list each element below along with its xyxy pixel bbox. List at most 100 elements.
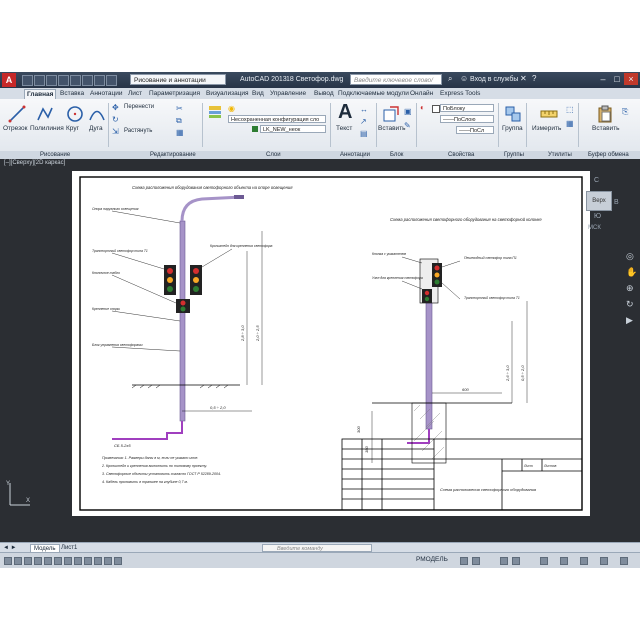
tab-plugins[interactable]: Подключаемые модули bbox=[336, 89, 411, 99]
print-icon[interactable] bbox=[70, 75, 81, 86]
polyline-tool-icon[interactable] bbox=[36, 105, 54, 123]
trim-icon[interactable]: ✂ bbox=[176, 104, 183, 113]
viewcube[interactable]: С В Верх Ю МСК bbox=[580, 177, 620, 237]
array-icon[interactable]: ▦ bbox=[176, 128, 184, 137]
panel-draw[interactable]: Рисование bbox=[40, 151, 70, 159]
color-select[interactable]: ПоБлоку bbox=[440, 104, 494, 112]
search-icon[interactable]: ⌕ bbox=[448, 74, 452, 84]
table-icon[interactable]: ▤ bbox=[360, 129, 368, 138]
panel-modify[interactable]: Редактирование bbox=[150, 151, 196, 159]
linetype-select[interactable]: ——ПоСлою bbox=[440, 115, 494, 123]
tab-online[interactable]: Онлайн bbox=[408, 89, 435, 99]
close-button[interactable]: × bbox=[624, 73, 638, 85]
osnap-icon[interactable] bbox=[44, 557, 52, 565]
create-block-icon[interactable]: ▣ bbox=[404, 107, 412, 116]
open-file-icon[interactable] bbox=[34, 75, 45, 86]
command-input[interactable]: Введите команду bbox=[262, 544, 372, 552]
panel-groups[interactable]: Группы bbox=[504, 151, 524, 159]
zoom-icon[interactable]: ⊕ bbox=[626, 283, 634, 294]
layer-select[interactable]: LK_NEW_неок bbox=[260, 125, 326, 133]
mirror-icon[interactable]: ⧉ bbox=[176, 116, 182, 126]
tab-express-tools[interactable]: Express Tools bbox=[438, 89, 482, 99]
text-tool-icon[interactable]: A bbox=[338, 101, 352, 124]
hardware-acceleration-icon[interactable] bbox=[580, 557, 588, 565]
qp-icon[interactable] bbox=[104, 557, 112, 565]
panel-block[interactable]: Блок bbox=[390, 151, 403, 159]
lineweight-select[interactable]: ——ПоСл bbox=[456, 126, 494, 134]
match-properties-icon[interactable]: ◐ bbox=[420, 103, 425, 112]
minimize-button[interactable]: – bbox=[596, 73, 610, 85]
drawing-viewport[interactable]: [–][Сверху][2D каркас] Схема расположени… bbox=[0, 159, 640, 542]
ortho-icon[interactable] bbox=[24, 557, 32, 565]
quick-access-dropdown-icon[interactable] bbox=[106, 75, 117, 86]
save-as-icon[interactable] bbox=[58, 75, 69, 86]
sc-icon[interactable] bbox=[114, 557, 122, 565]
layout-nav-arrows[interactable]: ◄ ► bbox=[0, 544, 20, 552]
panel-clipboard[interactable]: Буфер обмена bbox=[588, 151, 629, 159]
isolate-objects-icon[interactable] bbox=[600, 557, 608, 565]
viewcube-north[interactable]: С bbox=[594, 177, 599, 184]
tab-output[interactable]: Вывод bbox=[312, 89, 336, 99]
tab-layout[interactable]: Лист bbox=[126, 89, 144, 99]
insert-block-icon[interactable] bbox=[382, 105, 400, 123]
viewport-controls[interactable]: [–][Сверху][2D каркас] bbox=[4, 160, 65, 166]
lock-icon[interactable] bbox=[560, 557, 568, 565]
panel-utilities[interactable]: Утилиты bbox=[548, 151, 572, 159]
new-file-icon[interactable] bbox=[22, 75, 33, 86]
steering-wheel-icon[interactable]: ◎ bbox=[626, 251, 634, 262]
grid-icon[interactable] bbox=[14, 557, 22, 565]
select-all-icon[interactable]: ⬚ bbox=[566, 105, 574, 114]
pan-icon[interactable]: ✋ bbox=[626, 267, 637, 278]
maximize-button[interactable]: □ bbox=[610, 73, 624, 85]
line-tool-icon[interactable] bbox=[8, 105, 26, 123]
annotation-scale-icon[interactable] bbox=[500, 557, 508, 565]
panel-properties[interactable]: Свойства bbox=[448, 151, 474, 159]
group-icon[interactable] bbox=[504, 105, 522, 123]
layer-state-select[interactable]: Несохраненная конфигурация сло bbox=[228, 115, 326, 123]
panel-annotation[interactable]: Аннотации bbox=[340, 151, 370, 159]
lineweight-icon[interactable] bbox=[84, 557, 92, 565]
redo-icon[interactable] bbox=[94, 75, 105, 86]
tab-parametric[interactable]: Параметризация bbox=[147, 89, 202, 99]
application-menu-button[interactable]: A bbox=[2, 73, 16, 87]
tab-layout1[interactable]: Лист1 bbox=[58, 544, 80, 552]
workspace-select[interactable]: Рисование и аннотации bbox=[130, 74, 226, 85]
help-search-input[interactable]: Введите ключевое слово/фразу bbox=[350, 74, 442, 95]
transparency-icon[interactable] bbox=[94, 557, 102, 565]
tab-manage[interactable]: Управление bbox=[268, 89, 308, 99]
quick-view-drawings-icon[interactable] bbox=[472, 557, 480, 565]
stretch-tool-label[interactable]: Растянуть bbox=[124, 128, 152, 134]
viewcube-top-face[interactable]: Верх bbox=[586, 191, 612, 211]
tab-annotate[interactable]: Аннотации bbox=[88, 89, 125, 99]
quick-view-layouts-icon[interactable] bbox=[460, 557, 468, 565]
arc-tool-icon[interactable] bbox=[88, 105, 106, 123]
move-icon[interactable]: ✥ bbox=[112, 103, 119, 112]
ducs-icon[interactable] bbox=[64, 557, 72, 565]
layer-properties-icon[interactable] bbox=[208, 105, 222, 119]
exchange-icon[interactable]: ✕ bbox=[520, 74, 527, 83]
dimension-icon[interactable]: ↔ bbox=[360, 105, 368, 114]
workspace-switch-icon[interactable] bbox=[540, 557, 548, 565]
ucs-menu[interactable]: МСК bbox=[588, 225, 601, 231]
clean-screen-icon[interactable] bbox=[620, 557, 628, 565]
otrack-icon[interactable] bbox=[54, 557, 62, 565]
copy-icon[interactable]: ⎘ bbox=[622, 107, 628, 117]
tab-view[interactable]: Вид bbox=[250, 89, 266, 99]
save-icon[interactable] bbox=[46, 75, 57, 86]
move-tool-label[interactable]: Перенести bbox=[124, 104, 154, 110]
paste-icon[interactable] bbox=[596, 105, 614, 123]
measure-icon[interactable] bbox=[540, 105, 558, 123]
tab-render[interactable]: Визуализация bbox=[204, 89, 251, 99]
edit-block-icon[interactable]: ✎ bbox=[404, 121, 411, 130]
model-space-indicator[interactable]: РМОДЕЛЬ bbox=[416, 556, 448, 563]
annotation-visibility-icon[interactable] bbox=[512, 557, 520, 565]
leader-icon[interactable]: ↗ bbox=[360, 117, 367, 126]
showmotion-icon[interactable]: ▶ bbox=[626, 315, 633, 326]
stretch-icon[interactable]: ⇲ bbox=[112, 127, 119, 136]
tab-insert[interactable]: Вставка bbox=[58, 89, 86, 99]
viewcube-east[interactable]: В bbox=[614, 199, 619, 206]
calculator-icon[interactable]: ▦ bbox=[566, 119, 574, 128]
orbit-icon[interactable]: ↻ bbox=[626, 299, 634, 310]
polar-icon[interactable] bbox=[34, 557, 42, 565]
signin-link[interactable]: Вход в службы bbox=[470, 76, 518, 83]
